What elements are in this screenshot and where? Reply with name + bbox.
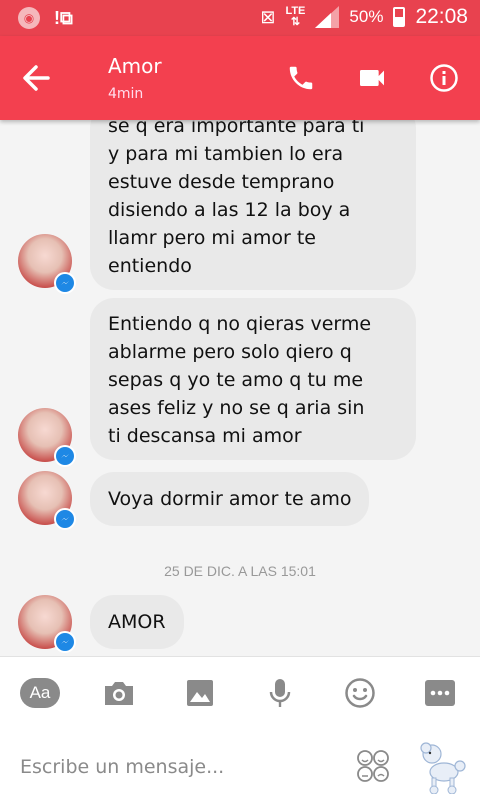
battery-percent: 50%: [349, 7, 384, 26]
poodle-sticker-icon: [420, 742, 466, 795]
microphone-icon: [269, 679, 291, 707]
conversation-timestamp: 25 DE DIC. A LAS 15:01: [164, 563, 316, 579]
phone-icon: [289, 66, 313, 90]
mute-icon: ⊠: [260, 6, 276, 27]
more-icon: [425, 680, 455, 706]
camera-icon: [105, 682, 133, 705]
info-icon: [430, 64, 458, 92]
message-bubble[interactable]: Voya dormir amor te amo: [90, 472, 370, 526]
message-bubble[interactable]: Entiendo q no qieras verme ablarme pero …: [90, 298, 416, 460]
chat-head-icon: ◉: [18, 7, 40, 29]
back-arrow-icon: [23, 65, 50, 91]
conversation-header: Amor 4min: [0, 36, 480, 120]
smiley-icon: [345, 678, 375, 708]
video-camera-icon: [360, 70, 384, 86]
status-bar: ◉ !⧉ ⊠ LTE ⇅ 50% 22:08: [0, 0, 480, 36]
sticker-preview[interactable]: [412, 738, 468, 795]
more-button[interactable]: [420, 675, 460, 711]
back-button[interactable]: [18, 60, 54, 96]
last-active: 4min: [108, 86, 144, 102]
gallery-button[interactable]: [180, 675, 220, 711]
message-bubble[interactable]: se q era importante para ti y para mi ta…: [90, 120, 416, 290]
status-time: 22:08: [415, 5, 468, 28]
messenger-badge-icon: [54, 445, 76, 467]
composer-toolbar: Aa: [0, 656, 480, 729]
messenger-badge-icon: [54, 631, 76, 653]
sticker-faces-icon: [357, 750, 389, 782]
message-list[interactable]: se q era importante para ti y para mi ta…: [0, 120, 480, 656]
messenger-badge-icon: [54, 508, 76, 530]
network-type: LTE ⇅: [285, 5, 306, 28]
messenger-badge-icon: [54, 272, 76, 294]
message-bubble[interactable]: AMOR: [90, 595, 184, 649]
font-icon: Aa: [20, 678, 60, 708]
font-button[interactable]: Aa: [20, 675, 60, 711]
video-call-button[interactable]: [354, 60, 390, 96]
voice-button[interactable]: [260, 675, 300, 711]
composer: [0, 728, 480, 800]
info-button[interactable]: [426, 60, 462, 96]
contact-name[interactable]: Amor: [108, 54, 162, 78]
message-input[interactable]: [18, 750, 342, 784]
image-icon: [187, 680, 213, 706]
signal-icon: [315, 6, 340, 28]
battery-icon: [393, 7, 406, 27]
emoji-button[interactable]: [340, 675, 380, 711]
alert-icon: !⧉: [54, 7, 73, 28]
sticker-button[interactable]: [355, 748, 391, 784]
camera-button[interactable]: [99, 675, 139, 711]
call-button[interactable]: [283, 60, 319, 96]
